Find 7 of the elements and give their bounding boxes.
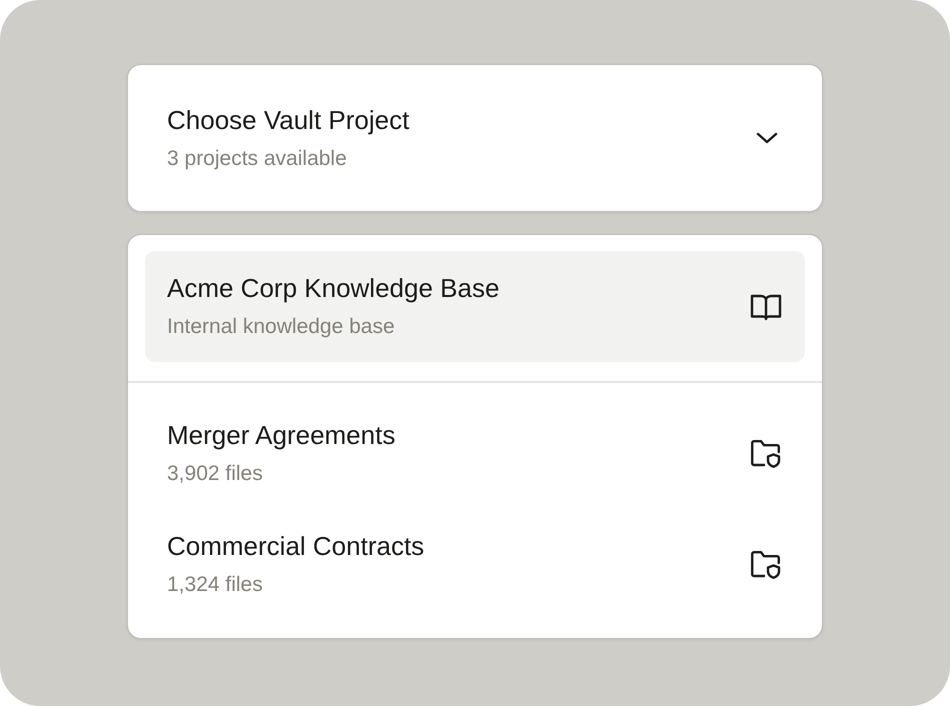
project-item[interactable]: Commercial Contracts 1,324 files <box>145 509 805 620</box>
chevron-down-icon <box>756 131 778 145</box>
project-item[interactable]: Acme Corp Knowledge Base Internal knowledge base <box>145 251 805 362</box>
folder-shield-icon <box>750 438 782 468</box>
project-item[interactable]: Merger Agreements 3,902 files <box>145 398 805 509</box>
project-dropdown[interactable]: Choose Vault Project 3 projects available <box>127 64 823 212</box>
folder-shield-icon <box>750 550 782 580</box>
